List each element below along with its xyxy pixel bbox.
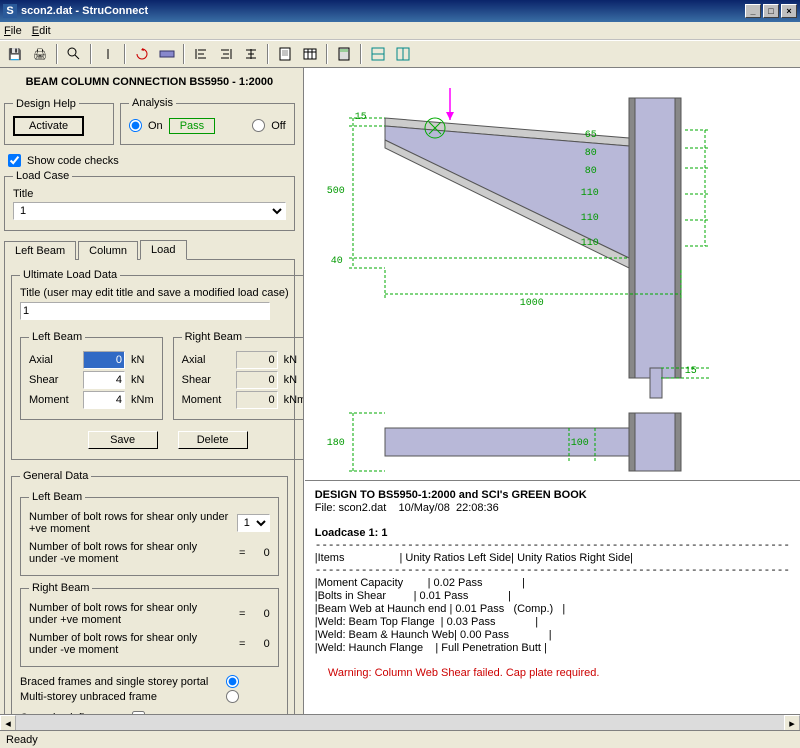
dim-r6: 110 [581, 238, 599, 249]
scroll-right-button[interactable]: ▸ [784, 715, 800, 731]
uld-legend: Ultimate Load Data [20, 269, 120, 281]
uld-title-note: Title (user may edit title and save a mo… [20, 287, 304, 299]
dim-500: 500 [327, 186, 345, 197]
rb-axial-input [236, 351, 278, 369]
rb-moment-input [236, 391, 278, 409]
rb-neg-val: 0 [264, 638, 270, 650]
dim-plan100: 100 [571, 438, 589, 449]
gen-lb-legend: Left Beam [29, 491, 85, 503]
analysis-on-radio[interactable]: On [129, 119, 163, 132]
save-icon[interactable]: 💾 [4, 43, 26, 65]
dim-40: 40 [331, 256, 343, 267]
status-bar: Ready [0, 730, 800, 748]
dim-r1: 65 [585, 130, 597, 141]
calculator-icon[interactable] [333, 43, 355, 65]
pass-indicator: Pass [169, 118, 215, 134]
dim-r4: 110 [581, 188, 599, 199]
tab-strip: Left Beam Column Load [4, 239, 295, 260]
menu-bar: File Edit [0, 22, 800, 40]
window-title: scon2.dat - StruConnect [21, 5, 743, 17]
analysis-off-radio[interactable]: Off [252, 119, 285, 132]
close-button[interactable]: × [781, 4, 797, 18]
diagram-view[interactable]: 15 500 40 1000 65 80 80 110 110 110 15 1… [305, 68, 800, 481]
design-help-legend: Design Help [13, 98, 79, 110]
tab-load[interactable]: Load [140, 240, 186, 260]
delete-button[interactable]: Delete [178, 431, 248, 449]
tab-left-beam[interactable]: Left Beam [4, 241, 76, 260]
toolbar: 💾 🖨 [0, 40, 800, 68]
analysis-legend: Analysis [129, 97, 176, 109]
title-bar: S scon2.dat - StruConnect _ □ × [0, 0, 800, 22]
menu-edit[interactable]: Edit [32, 25, 51, 37]
app-icon: S [3, 4, 17, 18]
lb-shear-input[interactable] [83, 371, 125, 389]
uld-rb-legend: Right Beam [182, 331, 245, 343]
report-icon[interactable] [274, 43, 296, 65]
layout-v-icon[interactable] [392, 43, 414, 65]
lb-pos-select[interactable]: 1 [237, 514, 270, 532]
multi-radio[interactable] [226, 690, 239, 703]
search-icon[interactable] [63, 43, 85, 65]
panel-heading: BEAM COLUMN CONNECTION BS5950 - 1:2000 [4, 76, 295, 88]
h-scrollbar[interactable]: ◂ ▸ [0, 714, 800, 730]
lb-moment-input[interactable] [83, 391, 125, 409]
table-icon[interactable] [299, 43, 321, 65]
results-pane[interactable]: DESIGN TO BS5950-1:2000 and SCI's GREEN … [305, 481, 800, 714]
rb-pos-val: 0 [264, 608, 270, 620]
lb-axial-input[interactable] [83, 351, 125, 369]
status-text: Ready [6, 734, 38, 746]
loadcase-title-label: Title [13, 188, 286, 200]
uld-title-input[interactable] [20, 302, 270, 320]
elevation-icon[interactable] [156, 43, 178, 65]
layout-h-icon[interactable] [367, 43, 389, 65]
dim-1000: 1000 [520, 298, 544, 309]
loadcase-select[interactable]: 1 [13, 202, 286, 220]
activate-button[interactable]: Activate [13, 116, 84, 136]
minimize-button[interactable]: _ [745, 4, 761, 18]
dim-top15: 15 [355, 112, 367, 123]
dim-r2: 80 [585, 148, 597, 159]
maximize-button[interactable]: □ [763, 4, 779, 18]
gen-rb-legend: Right Beam [29, 582, 92, 594]
general-legend: General Data [20, 470, 91, 482]
corrosive-check[interactable] [132, 711, 145, 714]
rb-shear-input [236, 371, 278, 389]
dim-plan180: 180 [327, 438, 345, 449]
align-left-icon[interactable] [190, 43, 212, 65]
client-area: BEAM COLUMN CONNECTION BS5950 - 1:2000 D… [0, 68, 800, 714]
left-panel: BEAM COLUMN CONNECTION BS5950 - 1:2000 D… [0, 68, 304, 714]
dim-r5: 110 [581, 213, 599, 224]
tab-column[interactable]: Column [78, 241, 138, 260]
print-icon[interactable]: 🖨 [29, 43, 51, 65]
right-panel: 15 500 40 1000 65 80 80 110 110 110 15 1… [304, 68, 800, 714]
dim-r3: 80 [585, 166, 597, 177]
uld-lb-legend: Left Beam [29, 331, 85, 343]
warning-text: Warning: Column Web Shear failed. Cap pl… [328, 667, 599, 679]
show-code-checks[interactable]: Show code checks [8, 154, 295, 167]
menu-file[interactable]: File [4, 25, 22, 37]
scroll-left-button[interactable]: ◂ [0, 715, 16, 731]
hline-icon[interactable] [97, 43, 119, 65]
dim-bot15: 15 [685, 366, 697, 377]
rotate-icon[interactable] [131, 43, 153, 65]
loadcase-legend: Load Case [13, 170, 72, 182]
braced-radio[interactable] [226, 675, 239, 688]
lb-neg-val: 0 [264, 547, 270, 559]
align-center-icon[interactable] [240, 43, 262, 65]
align-right-icon[interactable] [215, 43, 237, 65]
save-button[interactable]: Save [88, 431, 158, 449]
